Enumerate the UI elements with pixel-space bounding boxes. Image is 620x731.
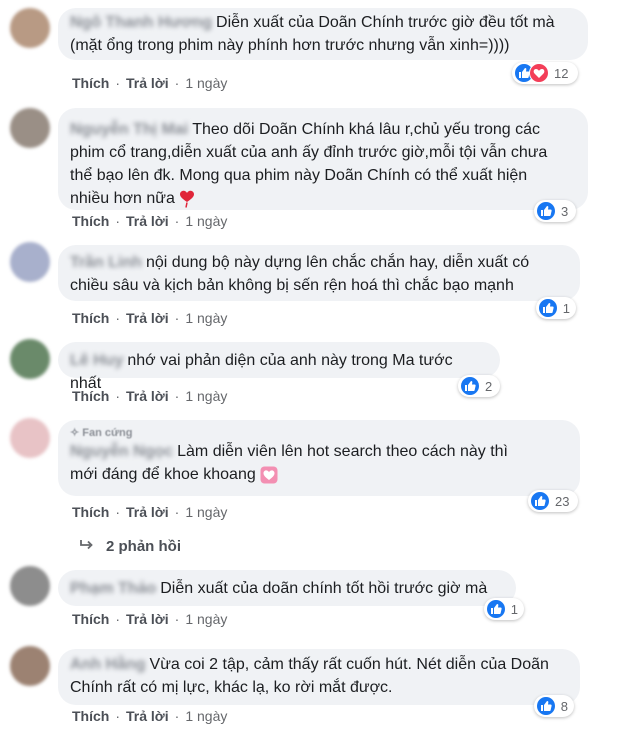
like-link[interactable]: Thích bbox=[72, 708, 109, 724]
comment-time[interactable]: 1 ngày bbox=[185, 708, 227, 724]
reaction-count: 2 bbox=[485, 378, 493, 394]
like-icon bbox=[530, 491, 550, 511]
avatar[interactable] bbox=[10, 566, 50, 606]
reaction-count: 1 bbox=[510, 601, 518, 617]
reply-link[interactable]: Trả lời bbox=[126, 388, 169, 404]
comment-bubble: Ngô Thanh Hương Diễn xuất của Doãn Chính … bbox=[58, 8, 588, 60]
comment-actions: Thích · Trả lời · 1 ngày bbox=[72, 75, 228, 91]
comment-text: Phạm Thảo Diễn xuất của doãn chính tốt hồ… bbox=[70, 580, 488, 597]
reaction-badge[interactable]: 12 bbox=[512, 62, 578, 84]
love-icon bbox=[529, 63, 549, 83]
comment-bubble: Lê Huy nhớ vai phản diện của anh này tron… bbox=[58, 342, 500, 392]
comment-text: Nguyễn Thị Mai Theo dõi Doãn Chính khá lâ… bbox=[70, 121, 548, 208]
comment-actions: Thích · Trả lời · 1 ngày bbox=[72, 611, 228, 627]
avatar[interactable] bbox=[10, 8, 50, 48]
comment-time[interactable]: 1 ngày bbox=[185, 75, 227, 91]
reply-link[interactable]: Trả lời bbox=[126, 611, 169, 627]
reply-link[interactable]: Trả lời bbox=[126, 213, 169, 229]
comment-author[interactable]: Ngô Thanh Hương bbox=[70, 14, 212, 31]
reaction-count: 23 bbox=[555, 493, 570, 509]
comment-author[interactable]: Nguyễn Ngọc bbox=[70, 443, 173, 460]
comment-actions: Thích · Trả lời · 1 ngày bbox=[72, 504, 228, 520]
comment-author[interactable]: Lê Huy bbox=[70, 352, 123, 369]
comment-bubble: ✧ Fan cứng Nguyễn Ngọc Làm diễn viên lên … bbox=[58, 420, 580, 496]
comment-text: Ngô Thanh Hương Diễn xuất của Doãn Chính … bbox=[70, 14, 555, 54]
reply-link[interactable]: Trả lời bbox=[126, 75, 169, 91]
comment-author[interactable]: Phạm Thảo bbox=[70, 580, 156, 597]
comment-text: Nguyễn Ngọc Làm diễn viên lên hot search … bbox=[70, 443, 508, 484]
avatar[interactable] bbox=[10, 418, 50, 458]
reaction-count: 1 bbox=[562, 300, 570, 316]
reaction-badge[interactable]: 3 bbox=[534, 200, 576, 222]
comment-author[interactable]: Nguyễn Thị Mai bbox=[70, 121, 188, 138]
reaction-badge[interactable]: 1 bbox=[536, 297, 576, 319]
fan-badge: ✧ Fan cứng bbox=[70, 427, 133, 439]
like-link[interactable]: Thích bbox=[72, 75, 109, 91]
pink-heart-emoji-icon bbox=[260, 466, 278, 484]
comment-author[interactable]: Trần Linh bbox=[70, 254, 142, 271]
like-link[interactable]: Thích bbox=[72, 388, 109, 404]
reply-arrow-icon bbox=[80, 537, 94, 557]
comment-bubble: Trần Linh nội dung bộ này dựng lên chắc c… bbox=[58, 245, 580, 301]
like-link[interactable]: Thích bbox=[72, 213, 109, 229]
comment-author[interactable]: Anh Hằng bbox=[70, 656, 146, 673]
like-link[interactable]: Thích bbox=[72, 611, 109, 627]
comment-text: Anh Hằng Vừa coi 2 tập, cảm thấy rất cuốn… bbox=[70, 656, 549, 696]
like-icon bbox=[460, 376, 480, 396]
reaction-count: 3 bbox=[561, 203, 569, 219]
comment-time[interactable]: 1 ngày bbox=[185, 213, 227, 229]
reply-link[interactable]: Trả lời bbox=[126, 708, 169, 724]
comment-bubble: Anh Hằng Vừa coi 2 tập, cảm thấy rất cuốn… bbox=[58, 649, 580, 705]
like-link[interactable]: Thích bbox=[72, 310, 109, 326]
like-icon bbox=[538, 298, 558, 318]
reaction-badge[interactable]: 8 bbox=[534, 695, 574, 717]
avatar[interactable] bbox=[10, 242, 50, 282]
avatar[interactable] bbox=[10, 339, 50, 379]
like-link[interactable]: Thích bbox=[72, 504, 109, 520]
reaction-count: 12 bbox=[554, 65, 569, 81]
red-heart-emoji-icon bbox=[179, 190, 194, 208]
reply-link[interactable]: Trả lời bbox=[126, 310, 169, 326]
reaction-count: 8 bbox=[560, 698, 568, 714]
comment-time[interactable]: 1 ngày bbox=[185, 611, 227, 627]
reaction-badge[interactable]: 1 bbox=[484, 598, 524, 620]
like-icon bbox=[536, 201, 556, 221]
comment-actions: Thích · Trả lời · 1 ngày bbox=[72, 388, 228, 404]
avatar[interactable] bbox=[10, 646, 50, 686]
reply-link[interactable]: Trả lời bbox=[126, 504, 169, 520]
like-icon bbox=[486, 599, 506, 619]
comment-time[interactable]: 1 ngày bbox=[185, 504, 227, 520]
view-replies-link[interactable]: 2 phản hồi bbox=[80, 537, 181, 557]
comment-actions: Thích · Trả lời · 1 ngày bbox=[72, 708, 228, 724]
like-icon bbox=[536, 696, 556, 716]
reaction-badge[interactable]: 23 bbox=[528, 490, 578, 512]
comment-actions: Thích · Trả lời · 1 ngày bbox=[72, 213, 228, 229]
reaction-badge[interactable]: 2 bbox=[458, 375, 500, 397]
avatar[interactable] bbox=[10, 108, 50, 148]
comment-text: Trần Linh nội dung bộ này dựng lên chắc c… bbox=[70, 254, 530, 294]
comment-bubble: Nguyễn Thị Mai Theo dõi Doãn Chính khá lâ… bbox=[58, 108, 588, 210]
fan-badge-icon: ✧ bbox=[70, 427, 80, 439]
comment-time[interactable]: 1 ngày bbox=[185, 388, 227, 404]
comment-time[interactable]: 1 ngày bbox=[185, 310, 227, 326]
comment-actions: Thích · Trả lời · 1 ngày bbox=[72, 310, 228, 326]
comment-bubble: Phạm Thảo Diễn xuất của doãn chính tốt hồ… bbox=[58, 570, 516, 606]
